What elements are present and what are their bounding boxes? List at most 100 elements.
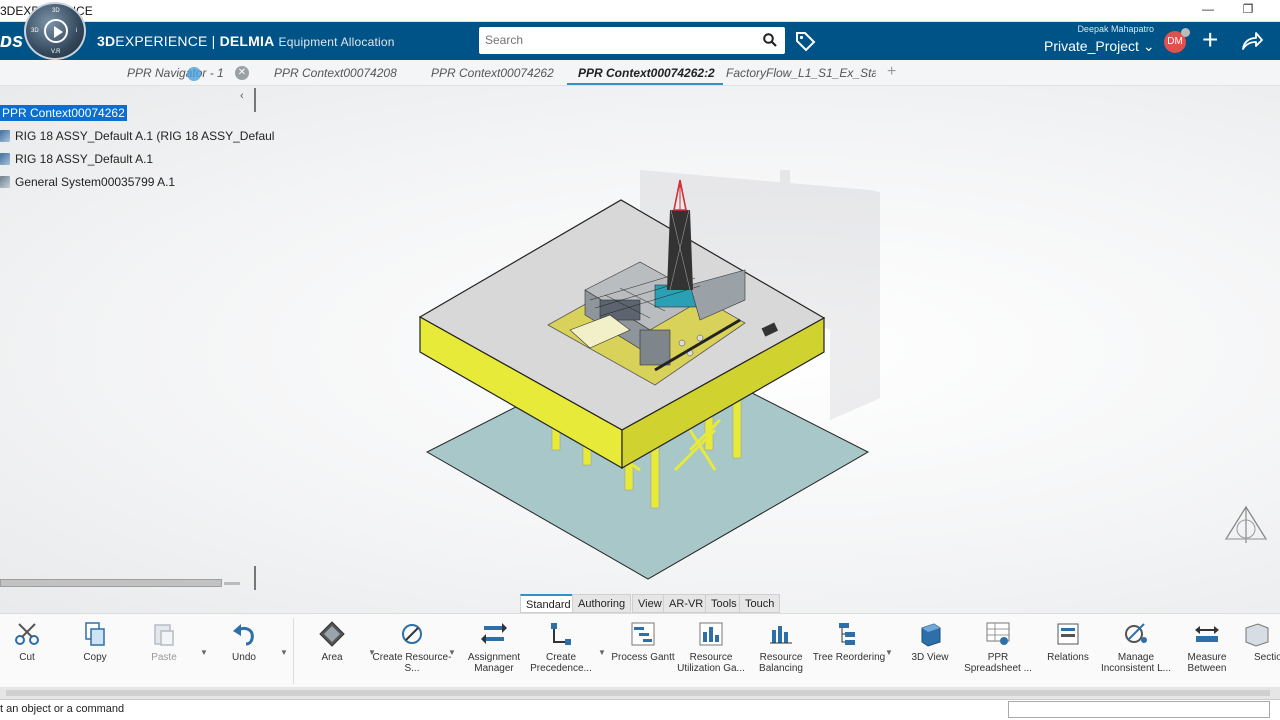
scrollbar-track-end[interactable] bbox=[224, 582, 240, 585]
toolbar-scroll-strip bbox=[0, 687, 1280, 699]
panel-splitter[interactable] bbox=[254, 88, 256, 112]
compass-top-label: 3D bbox=[52, 8, 60, 14]
tree-reordering-label: Tree Reordering bbox=[812, 652, 886, 663]
manage-inconsistent-button[interactable]: Manage Inconsistent L... bbox=[1096, 620, 1176, 674]
section-label: Sectio bbox=[1254, 652, 1280, 663]
copy-icon bbox=[85, 622, 105, 646]
resource-utilization-icon bbox=[699, 622, 723, 646]
tree-node-label: RIG 18 ASSY_Default A.1 bbox=[15, 152, 154, 166]
tab-ppr-context-74208[interactable]: PPR Context00074208 bbox=[274, 66, 397, 80]
create-precedence-label: Create Precedence... bbox=[530, 652, 592, 674]
add-tab-icon[interactable]: + bbox=[887, 63, 896, 81]
tab-factoryflow[interactable]: FactoryFlow_L1_S1_Ex_Start A bbox=[726, 66, 876, 80]
compass-left-label: 3D bbox=[31, 28, 39, 34]
paste-icon bbox=[154, 624, 174, 646]
app-name: Equipment Allocation bbox=[278, 35, 395, 49]
undo-button[interactable]: Undo bbox=[204, 620, 284, 663]
action-bar: Cut Copy Paste ▼ Undo ▼ Area ▼ Create Re… bbox=[0, 613, 1280, 687]
ds-logo-icon[interactable]: ᴅs bbox=[0, 30, 23, 53]
ppr-spreadsheet-button[interactable]: PPR Spreadsheet ... bbox=[958, 620, 1038, 674]
tab-ar-vr[interactable]: AR-VR bbox=[663, 594, 710, 613]
share-icon[interactable] bbox=[1241, 31, 1263, 51]
restore-button[interactable]: ❐ bbox=[1233, 2, 1263, 20]
status-bar: t an object or a command bbox=[0, 699, 1280, 720]
area-icon bbox=[319, 621, 345, 647]
tab-standard[interactable]: Standard bbox=[520, 594, 577, 613]
search-box[interactable] bbox=[479, 27, 785, 54]
product-icon bbox=[0, 153, 10, 165]
project-name: Private_Project bbox=[1044, 38, 1139, 54]
search-icon[interactable] bbox=[763, 33, 777, 47]
search-input[interactable] bbox=[485, 27, 755, 52]
tab-ppr-navigator[interactable]: PPR Navigator - 1 bbox=[127, 66, 224, 80]
brand-separator: | bbox=[207, 33, 220, 49]
brand-experience: EXPERIENCE bbox=[115, 33, 208, 49]
create-precedence-button[interactable]: Create Precedence... bbox=[521, 620, 601, 674]
balancing-icon bbox=[770, 626, 792, 644]
undo-icon bbox=[233, 624, 254, 646]
section-button[interactable]: Sectio bbox=[1230, 620, 1280, 663]
status-message: t an object or a command bbox=[0, 703, 125, 715]
tab-touch[interactable]: Touch bbox=[739, 594, 781, 613]
add-icon[interactable]: + bbox=[1202, 26, 1218, 54]
tree-reorder-icon bbox=[839, 623, 855, 645]
avatar[interactable]: DM bbox=[1164, 28, 1190, 53]
undo-dropdown-icon[interactable]: ▼ bbox=[280, 648, 288, 657]
user-menu[interactable]: Deepak Mahapatro Private_Project ⌄ bbox=[1044, 24, 1164, 55]
play-icon[interactable] bbox=[44, 19, 68, 43]
tree-horizontal-scrollbar[interactable] bbox=[0, 579, 222, 587]
paste-button[interactable]: Paste bbox=[124, 620, 204, 663]
tree-node-label: General System00035799 A.1 bbox=[15, 175, 176, 189]
window-titlebar: 3DEXPERIENCE — ❐ bbox=[0, 0, 1280, 22]
tab-ppr-context-74262[interactable]: PPR Context00074262 bbox=[431, 66, 554, 80]
tag-icon[interactable] bbox=[794, 30, 816, 52]
panel-splitter-bottom[interactable] bbox=[254, 566, 256, 590]
create-resource-button[interactable]: Create Resource-S... bbox=[372, 620, 452, 674]
resource-utilization-label: Resource Utilization Ga... bbox=[677, 652, 745, 674]
presence-indicator bbox=[1181, 28, 1190, 37]
tree-node[interactable]: RIG 18 ASSY_Default A.1 bbox=[0, 152, 153, 166]
tree-reordering-button[interactable]: Tree Reordering bbox=[809, 620, 889, 663]
command-input[interactable] bbox=[1008, 701, 1270, 718]
copy-button[interactable]: Copy bbox=[55, 620, 135, 663]
brand-3d: 3D bbox=[97, 33, 116, 49]
minimize-button[interactable]: — bbox=[1193, 2, 1223, 20]
collapse-panel-icon[interactable]: ‹ bbox=[240, 90, 244, 102]
avatar-initials: DM bbox=[1167, 36, 1183, 47]
tree-root-node[interactable]: PPR Context00074262 bbox=[0, 105, 127, 121]
project-selector[interactable]: Private_Project ⌄ bbox=[1044, 38, 1164, 55]
tree-node[interactable]: RIG 18 ASSY_Default A.1 (RIG 18 ASSY_Def… bbox=[0, 129, 274, 143]
assignment-manager-icon bbox=[481, 623, 507, 644]
tab-ppr-context-74262-2[interactable]: PPR Context00074262:2 bbox=[578, 66, 715, 80]
manage-inconsistent-label: Manage Inconsistent L... bbox=[1100, 652, 1172, 674]
tree-node-label: RIG 18 ASSY_Default A.1 (RIG 18 ASSY_Def… bbox=[15, 129, 275, 143]
chevron-down-icon: ⌄ bbox=[1142, 38, 1155, 54]
compass-version: V.R bbox=[51, 49, 61, 55]
section-icon bbox=[1245, 623, 1269, 647]
specification-tree: ‹ PPR Context00074262 RIG 18 ASSY_Defaul… bbox=[0, 88, 274, 590]
create-resource-label: Create Resource-S... bbox=[372, 652, 452, 674]
ppr-spreadsheet-label: PPR Spreadsheet ... bbox=[964, 652, 1032, 674]
system-icon bbox=[0, 176, 10, 188]
paste-label: Paste bbox=[151, 652, 177, 663]
cursor-indicator bbox=[187, 67, 201, 81]
offshore-platform-model[interactable] bbox=[400, 170, 880, 590]
toolbar-scrollbar[interactable] bbox=[6, 690, 1270, 696]
close-tab-icon[interactable]: ✕ bbox=[235, 66, 249, 80]
relations-icon bbox=[1057, 623, 1079, 645]
app-brand: 3DEXPERIENCE | DELMIA Equipment Allocati… bbox=[97, 33, 395, 49]
scissors-icon bbox=[15, 623, 39, 645]
area-button[interactable]: Area bbox=[292, 620, 372, 663]
compass-icon[interactable]: 3D 3D i V.R bbox=[24, 2, 86, 60]
active-tab-indicator bbox=[567, 83, 723, 85]
compass-right-label: i bbox=[76, 28, 78, 34]
3d-compass-icon[interactable] bbox=[1222, 503, 1270, 547]
precedence-icon bbox=[551, 623, 571, 645]
tree-node[interactable]: General System00035799 A.1 bbox=[0, 175, 175, 189]
tab-tools[interactable]: Tools bbox=[705, 594, 743, 613]
resource-utilization-button[interactable]: Resource Utilization Ga... bbox=[671, 620, 751, 674]
create-resource-icon bbox=[402, 624, 422, 644]
tab-authoring[interactable]: Authoring bbox=[572, 594, 632, 613]
measure-icon bbox=[1195, 626, 1219, 642]
product-icon bbox=[0, 130, 10, 142]
